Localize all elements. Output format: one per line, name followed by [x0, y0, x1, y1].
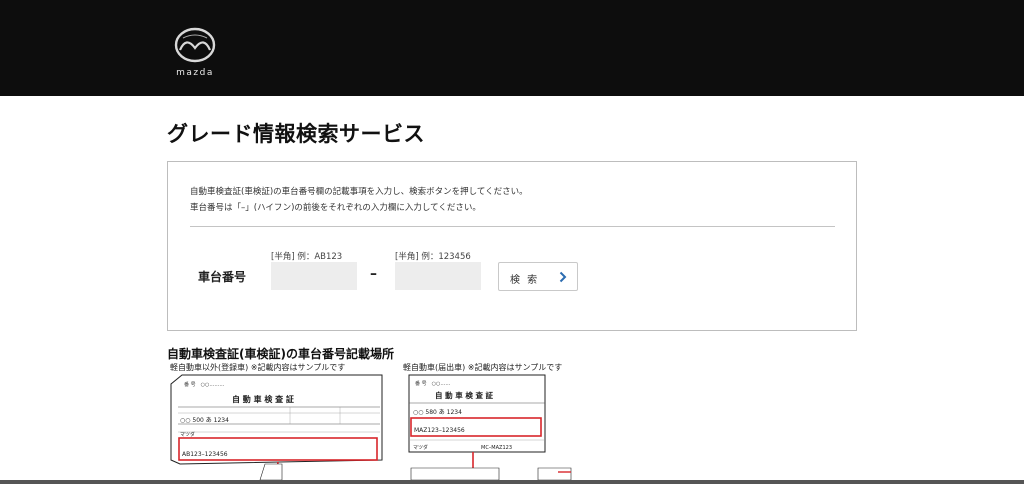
sample-certificate-registered-image: 番 号 ○○……… 自 動 車 検 査 証 ○○ 500 あ 1234 マツダ …	[170, 374, 383, 480]
sample-1-registration: ○○ 500 あ 1234	[180, 417, 229, 424]
svg-text:番 号 ○○………: 番 号 ○○………	[184, 381, 224, 388]
search-button-label: 検 索	[510, 275, 540, 286]
instruction-text-1: 自動車検査証(車検証)の車台番号欄の記載事項を入力し、検索ボタンを押してください…	[190, 187, 528, 197]
sample-2-chassis-number: MAZ123–123456	[414, 427, 465, 434]
search-button[interactable]: 検 索	[498, 262, 578, 291]
brand-wordmark: mazda	[176, 68, 214, 78]
chassis-prefix-input[interactable]	[271, 262, 357, 290]
chassis-suffix-input[interactable]	[395, 262, 481, 290]
panel-divider	[190, 226, 835, 227]
brand-logo[interactable]: mazda	[166, 24, 224, 80]
sample-1-doc-title: 自 動 車 検 査 証	[232, 394, 294, 404]
search-panel: 自動車検査証(車検証)の車台番号欄の記載事項を入力し、検索ボタンを押してください…	[167, 161, 857, 331]
site-header: mazda	[0, 0, 1024, 96]
bottom-edge-bar	[0, 480, 1024, 484]
hyphen-separator: –	[370, 266, 377, 282]
sample-2-registration: ○○ 580 あ 1234	[413, 409, 462, 416]
sample-section-title: 自動車検査証(車検証)の車台番号記載場所	[167, 347, 394, 361]
chassis-number-label: 車台番号	[198, 270, 247, 284]
sample-2-model: MC–MAZ123	[481, 445, 512, 451]
mazda-emblem-icon	[174, 27, 216, 63]
input-1-hint: [半角] 例：AB123	[271, 252, 343, 262]
chevron-right-icon	[559, 271, 567, 283]
page-title: グレード情報検索サービス	[167, 122, 425, 146]
sample-certificate-light-vehicle-image: 番 号 ○○…… 自 動 車 検 査 証 ○○ 580 あ 1234 MAZ12…	[408, 374, 572, 480]
svg-text:番 号 ○○……: 番 号 ○○……	[415, 380, 450, 387]
input-2-hint: [半角] 例：123456	[395, 252, 471, 262]
sample-1-chassis-number: AB123–123456	[182, 451, 228, 458]
sample-2-maker: マツダ	[413, 444, 428, 451]
instruction-text-2: 車台番号は「–」(ハイフン)の前後をそれぞれの入力欄に入力してください。	[190, 203, 481, 213]
sample-2-doc-title: 自 動 車 検 査 証	[435, 390, 494, 400]
